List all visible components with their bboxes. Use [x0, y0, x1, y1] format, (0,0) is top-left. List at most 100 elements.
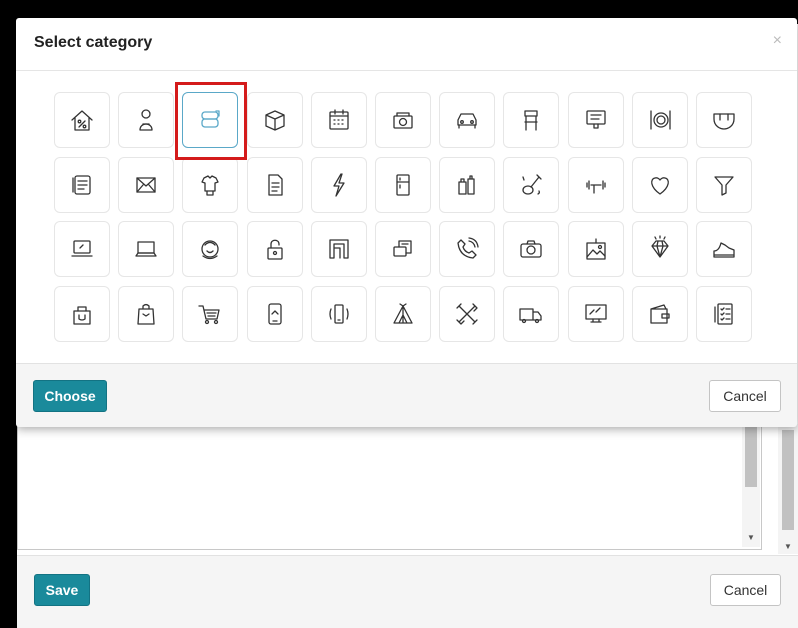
category-option[interactable]: [696, 221, 752, 277]
checklist-icon: [710, 300, 738, 328]
category-option[interactable]: [696, 285, 752, 342]
dialog-scroll-thumb[interactable]: [782, 430, 794, 530]
category-option[interactable]: [696, 92, 752, 148]
category-option[interactable]: [567, 92, 624, 148]
calendar-icon: [325, 106, 353, 134]
house-percent-icon: [68, 106, 96, 134]
category-option[interactable]: [246, 285, 303, 342]
frame-icon: [325, 235, 353, 263]
category-option[interactable]: [503, 285, 560, 342]
category-option[interactable]: [375, 285, 431, 342]
category-option[interactable]: [375, 156, 431, 213]
category-option[interactable]: [54, 221, 110, 277]
tv-icon: [582, 300, 610, 328]
smartphone-icon: [261, 300, 289, 328]
camera-icon: [517, 235, 545, 263]
envelope-icon: [132, 171, 160, 199]
dialog-scrollbar[interactable]: ▼: [778, 424, 798, 554]
category-option[interactable]: [118, 92, 175, 148]
category-option[interactable]: [503, 221, 560, 277]
category-option[interactable]: [182, 92, 239, 148]
category-option[interactable]: [375, 92, 431, 148]
save-button[interactable]: Save: [34, 574, 90, 606]
monitor-chat-icon: [582, 106, 610, 134]
category-option[interactable]: [696, 156, 752, 213]
baby-icon: [132, 106, 160, 134]
laptop-icon: [68, 235, 96, 263]
fridge-icon: [389, 171, 417, 199]
vibrating-phone-icon: [325, 300, 353, 328]
category-option[interactable]: [567, 221, 624, 277]
scroll-down-arrow-icon[interactable]: ▼: [782, 542, 794, 552]
category-option[interactable]: [631, 156, 688, 213]
category-option[interactable]: [503, 156, 560, 213]
category-option[interactable]: [182, 156, 239, 213]
bar-stool-icon: [517, 106, 545, 134]
modal-title: Select category: [34, 34, 153, 51]
cart-icon: [196, 300, 224, 328]
category-option[interactable]: [439, 92, 496, 148]
category-option[interactable]: [118, 221, 175, 277]
category-option[interactable]: [439, 156, 496, 213]
category-option[interactable]: [54, 156, 110, 213]
modal-footer: Choose Cancel: [16, 363, 797, 427]
dumbbell-icon: [582, 171, 610, 199]
cancel-button[interactable]: Cancel: [710, 574, 781, 606]
scroll-down-arrow-icon[interactable]: ▼: [745, 533, 757, 543]
cash-register-icon: [389, 106, 417, 134]
choose-button[interactable]: Choose: [33, 380, 107, 412]
category-option[interactable]: [439, 221, 496, 277]
cancel-button[interactable]: Cancel: [709, 380, 781, 412]
category-option[interactable]: [182, 221, 239, 277]
category-option[interactable]: [310, 92, 367, 148]
background-dialog-footer: Save Cancel: [17, 555, 798, 628]
category-option[interactable]: [118, 156, 175, 213]
heart-icon: [646, 171, 674, 199]
category-option[interactable]: [631, 285, 688, 342]
category-option[interactable]: [567, 285, 624, 342]
guitar-music-icon: [517, 171, 545, 199]
purse-icon: [646, 300, 674, 328]
category-option[interactable]: [310, 285, 367, 342]
cosmetics-icon: [453, 171, 481, 199]
gift-bag-icon: [132, 300, 160, 328]
category-option[interactable]: [246, 221, 303, 277]
category-option[interactable]: [310, 156, 367, 213]
scroll-icon: [68, 171, 96, 199]
face-care-icon: [196, 235, 224, 263]
camp-tent-icon: [389, 300, 417, 328]
sneaker-icon: [710, 235, 738, 263]
category-option[interactable]: [118, 285, 175, 342]
clothes-icon: [196, 171, 224, 199]
wallet-money-icon: [389, 235, 417, 263]
category-option[interactable]: [631, 221, 688, 277]
close-icon[interactable]: ×: [773, 32, 782, 50]
category-option[interactable]: [54, 92, 110, 148]
document-icon: [261, 171, 289, 199]
padlock-icon: [261, 235, 289, 263]
category-option[interactable]: [182, 285, 239, 342]
truck-icon: [517, 300, 545, 328]
textarea-scroll-thumb[interactable]: [745, 427, 757, 487]
select-category-modal: Select category × Choose Cancel: [16, 18, 797, 427]
category-option[interactable]: [246, 156, 303, 213]
diaper-icon: [710, 106, 738, 134]
phone-call-icon: [453, 235, 481, 263]
category-option[interactable]: [567, 156, 624, 213]
category-option[interactable]: [631, 92, 688, 148]
notebook-icon: [132, 235, 160, 263]
category-option[interactable]: [246, 92, 303, 148]
category-option[interactable]: [503, 92, 560, 148]
towels-icon: [196, 106, 224, 134]
category-option[interactable]: [310, 221, 367, 277]
funnel-icon: [710, 171, 738, 199]
tools-icon: [453, 300, 481, 328]
category-option[interactable]: [375, 221, 431, 277]
category-option[interactable]: [54, 285, 110, 342]
lightning-icon: [325, 171, 353, 199]
car-icon: [453, 106, 481, 134]
shopping-bag-icon: [68, 300, 96, 328]
category-option[interactable]: [439, 285, 496, 342]
box-icon: [261, 106, 289, 134]
modal-header: Select category ×: [16, 18, 797, 71]
